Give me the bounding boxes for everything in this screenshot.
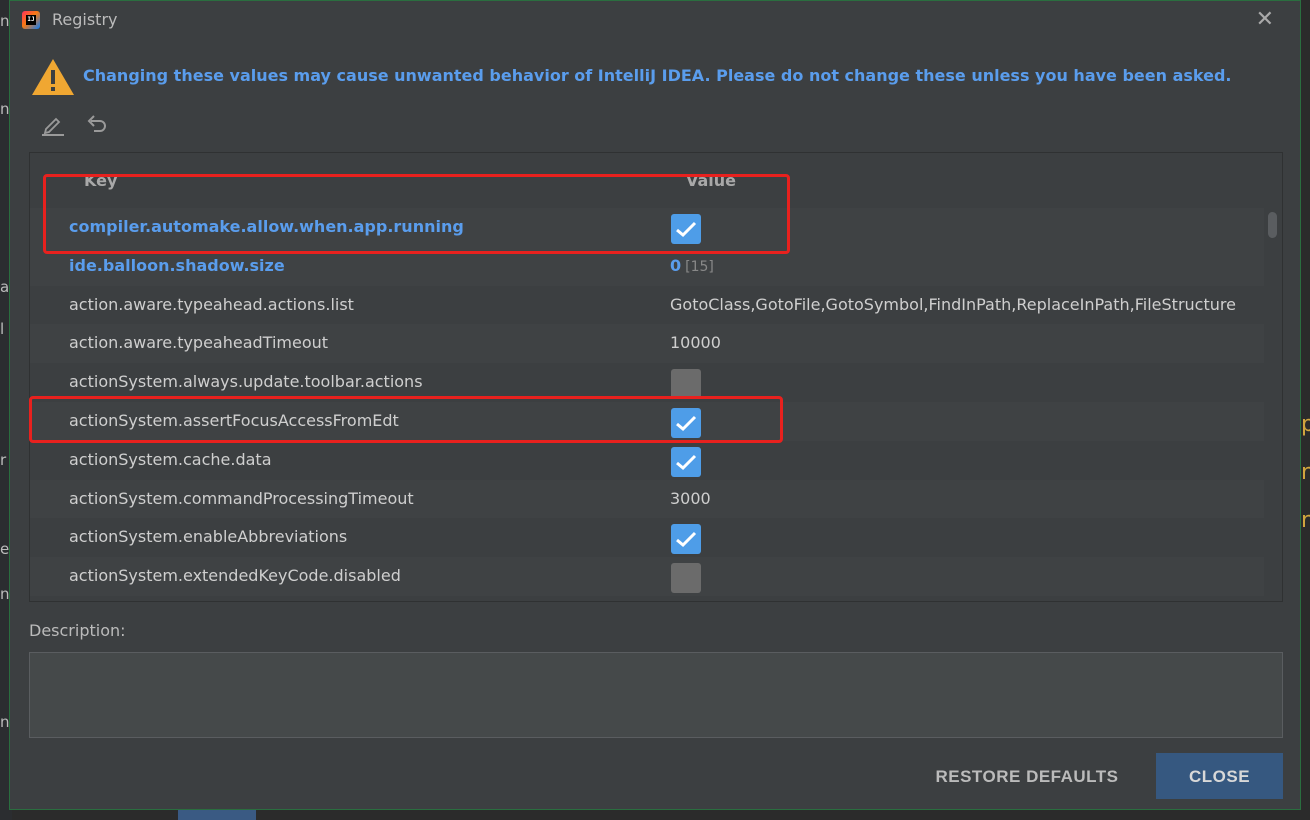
table-row[interactable]: actionSystem.extendedKeyCode.disabled: [30, 557, 1266, 596]
checkmark-icon: [676, 221, 697, 238]
row-key: actionSystem.always.update.toolbar.actio…: [69, 372, 423, 392]
checkmark-icon: [676, 415, 697, 432]
warning-message: Changing these values may cause unwanted…: [83, 66, 1232, 85]
table-row[interactable]: compiler.automake.allow.when.app.running: [30, 208, 1266, 247]
row-key: actionSystem.commandProcessingTimeout: [69, 488, 414, 508]
row-key: actionSystem.enableAbbreviations: [69, 527, 348, 547]
registry-table: Key Value compiler.automake.allow.when.a…: [29, 152, 1283, 602]
table-row[interactable]: actionSystem.assertFocusAccessFromEdt: [30, 401, 1266, 441]
checkmark-icon: [676, 454, 697, 470]
warning-icon: [32, 59, 74, 95]
row-value[interactable]: GotoClass,GotoFile,GotoSymbol,FindInPath…: [670, 295, 1266, 314]
table-row[interactable]: action.aware.typeahead.actions.list GotoC…: [30, 286, 1266, 325]
checkbox-checked[interactable]: [671, 407, 701, 438]
background-glyph: r: [1301, 460, 1310, 485]
row-key: action.aware.typeahead.actions.list: [69, 294, 354, 314]
checkbox-unchecked[interactable]: [671, 563, 701, 594]
row-key: actionSystem.extendedKeyCode.disabled: [69, 566, 401, 586]
background-glyph: r: [1301, 508, 1310, 533]
table-row[interactable]: ide.balloon.shadow.size 0 [15]: [30, 246, 1266, 286]
checkbox-checked[interactable]: [671, 446, 701, 477]
row-key: actionSystem.cache.data: [69, 449, 272, 469]
background-ide-right: [1301, 0, 1310, 820]
row-value-default: [15]: [685, 258, 714, 275]
row-key: actionSystem.assertFocusAccessFromEdt: [69, 410, 399, 430]
table-row[interactable]: actionSystem.cache.data: [30, 441, 1266, 480]
row-value[interactable]: 10000: [670, 333, 1266, 352]
table-body: compiler.automake.allow.when.app.running…: [30, 208, 1266, 596]
table-header: Key Value: [30, 169, 1266, 193]
table-row[interactable]: actionSystem.enableAbbreviations: [30, 518, 1266, 557]
edit-icon[interactable]: [40, 111, 66, 137]
description-box: [29, 652, 1283, 738]
close-button[interactable]: CLOSE: [1156, 753, 1283, 799]
table-row[interactable]: action.aware.typeaheadTimeout 10000: [30, 324, 1266, 364]
table-row[interactable]: actionSystem.commandProcessingTimeout 300…: [30, 479, 1266, 519]
background-glyph: p: [1301, 412, 1310, 437]
row-key: compiler.automake.allow.when.app.running: [69, 217, 464, 236]
row-key: ide.balloon.shadow.size: [69, 255, 285, 275]
checkbox-checked[interactable]: [671, 214, 701, 244]
dialog-title: Registry: [52, 10, 118, 29]
row-value[interactable]: 0 [15]: [670, 256, 1266, 275]
row-key: action.aware.typeaheadTimeout: [69, 333, 329, 353]
close-icon[interactable]: ✕: [1256, 7, 1274, 32]
background-tab: [178, 810, 256, 820]
intellij-logo-icon: IJ: [22, 11, 40, 29]
vertical-scrollbar[interactable]: [1264, 208, 1282, 601]
column-header-key[interactable]: Key: [84, 171, 117, 190]
row-value[interactable]: 3000: [670, 489, 1266, 508]
registry-dialog: IJ Registry ✕ Changing these values may …: [9, 0, 1301, 810]
checkbox-unchecked[interactable]: [671, 369, 701, 400]
scrollbar-thumb[interactable]: [1268, 212, 1277, 238]
table-row[interactable]: actionSystem.always.update.toolbar.actio…: [30, 363, 1266, 402]
restore-defaults-button[interactable]: RESTORE DEFAULTS: [916, 753, 1138, 799]
column-header-value[interactable]: Value: [686, 171, 736, 190]
checkmark-icon: [676, 532, 697, 548]
description-label: Description:: [29, 621, 126, 640]
checkbox-checked[interactable]: [671, 524, 701, 555]
row-value-current: 0: [670, 255, 682, 275]
revert-icon[interactable]: [84, 111, 110, 137]
